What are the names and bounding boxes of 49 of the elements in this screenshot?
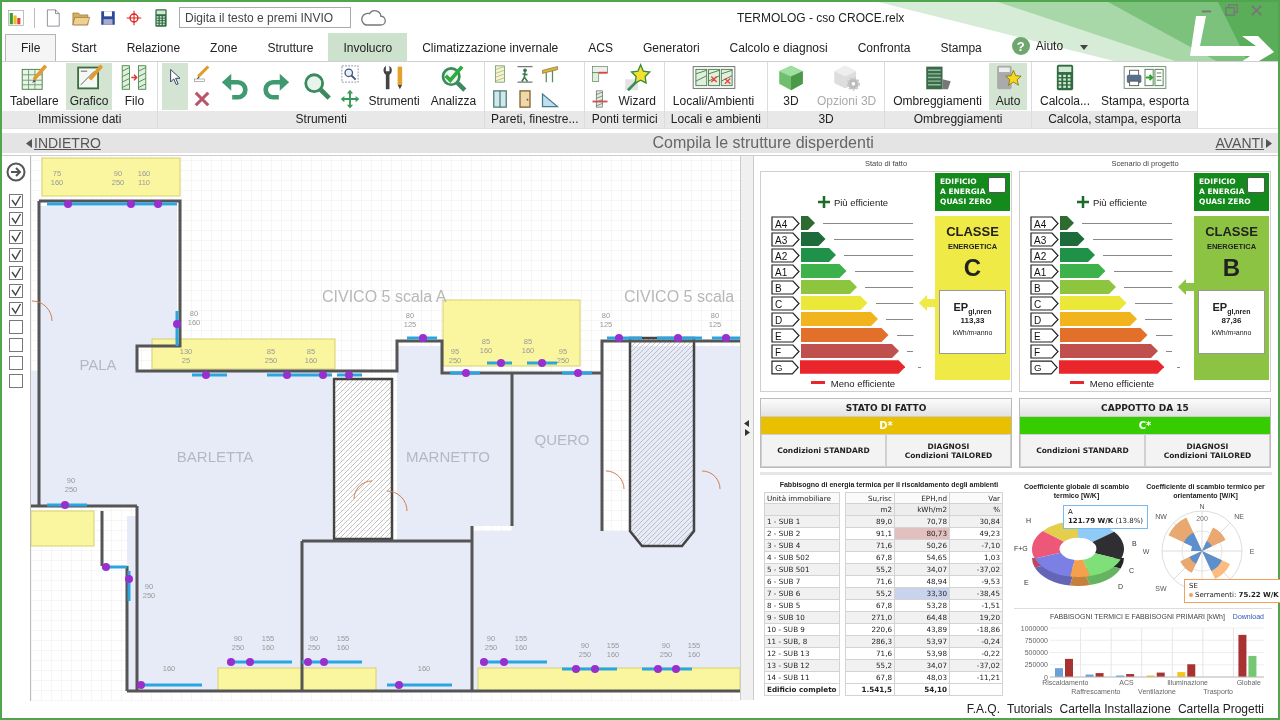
scale-label: Meno efficiente	[1089, 377, 1155, 389]
class-tag: E	[1030, 327, 1060, 343]
step-title: Compila le strutture disperdenti	[652, 134, 874, 152]
class-tag: A4	[1030, 215, 1060, 231]
scale-label: Meno efficiente	[830, 377, 896, 389]
rating-bar: C*	[1020, 417, 1270, 434]
class-tag: A4	[771, 215, 801, 231]
scale-label: Più efficiente	[833, 197, 889, 208]
summary-title: STATO DI FATTO	[761, 399, 1011, 417]
class-tag: A2	[771, 247, 801, 263]
energy-class: C	[963, 254, 982, 282]
rating-bar: D*	[761, 417, 1011, 434]
ep-value: 87,36	[1221, 316, 1242, 326]
class-tag: C	[1030, 295, 1060, 311]
class-tag: A1	[771, 263, 801, 279]
class-tag: E	[771, 327, 801, 343]
class-tag: G	[771, 359, 801, 375]
ep-label: EP$_{gl,nren}$	[953, 301, 992, 316]
group-label: Locali e ambienti	[664, 111, 767, 128]
class-tag: G	[1030, 359, 1060, 375]
help-icon: ?	[1011, 37, 1030, 55]
class-tag: A2	[1030, 247, 1060, 263]
group-label: Ponti termici	[585, 111, 664, 128]
class-tag: A3	[771, 231, 801, 247]
group-label: Immissione dati	[2, 111, 158, 128]
scale-label: Più efficiente	[1092, 197, 1148, 208]
group-label: Ombreggiamenti	[885, 111, 1031, 128]
class-tag: D	[1030, 311, 1060, 327]
ep-label: EP$_{gl,nren}$	[1212, 301, 1251, 316]
class-tag: D	[771, 311, 801, 327]
class-tag: F	[771, 343, 801, 359]
group-label: 3D	[767, 111, 885, 128]
class-tag: B	[771, 279, 801, 295]
class-tag: A1	[1030, 263, 1060, 279]
ep-value: 113,33	[960, 316, 985, 326]
block-label: CIVICO 5 scala A	[321, 288, 447, 305]
summary-title: CAPPOTTO DA 15	[1020, 399, 1270, 417]
group-label: Strumenti	[158, 111, 485, 128]
class-tag: F	[1030, 343, 1060, 359]
block-label: CIVICO 5 scala	[623, 288, 735, 305]
group-label: Calcola, stampa, esporta	[1032, 111, 1198, 128]
class-heading: CLASSE	[946, 224, 999, 239]
class-tag: A3	[1030, 231, 1060, 247]
energy-class: B	[1222, 254, 1241, 282]
class-heading: CLASSE	[1205, 224, 1258, 239]
window-title: TERMOLOG - cso CROCE.relx	[737, 10, 905, 25]
class-tag: B	[1030, 279, 1060, 295]
group-label: Pareti, finestre...	[485, 111, 585, 128]
class-tag: C	[771, 295, 801, 311]
